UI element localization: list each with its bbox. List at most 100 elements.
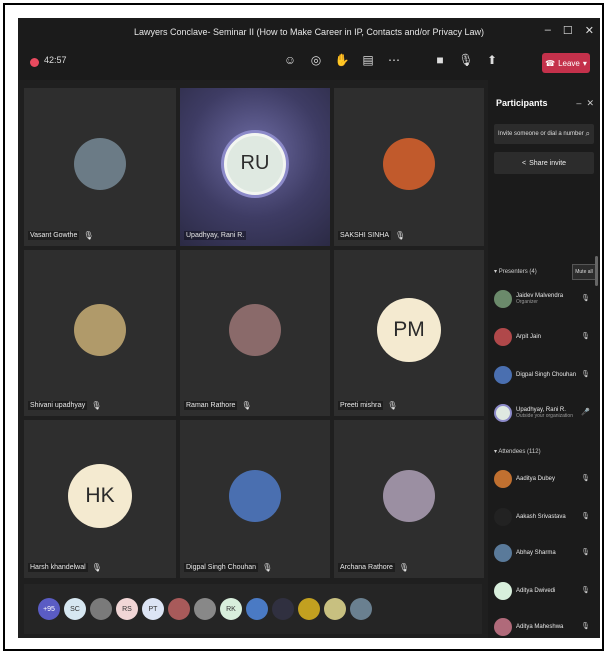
mic-muted-icon: 🎙 [387,401,398,410]
participant-strip: +95 SC RS PT RK [24,584,482,634]
mic-muted-icon: 🎙 [581,295,590,302]
strip-avatar[interactable] [298,598,320,620]
participant-avatar [74,137,126,190]
video-tile[interactable]: PM Preeti mishra 🎙 [334,250,484,416]
participant-list-item[interactable]: Jaidev Malvendra Organizer 🎙 [494,286,594,312]
avatar-initials: PM [393,317,425,341]
share-screen-icon[interactable]: ⬆ [484,52,500,68]
leave-label: Leave [558,58,580,68]
mic-muted-icon: 🎙 [581,371,590,378]
participant-list-item[interactable]: Upadhyay, Rani R. Outside your organizat… [494,400,594,426]
participant-list-item[interactable]: Arpit Jain 🎙 [494,324,594,350]
mic-on-icon: 🎤 [581,409,590,416]
participant-list-item[interactable]: Aakash Srivastava 🎙 [494,504,594,530]
avatar-initials: HK [85,483,115,507]
participant-name: Upadhyay, Rani R. [184,231,247,240]
strip-avatar[interactable]: +95 [38,598,60,620]
participant-list-item[interactable]: Aaditya Dubey 🎙 [494,466,594,492]
participant-avatar [494,508,512,526]
participants-icon[interactable]: ☺ [282,52,298,68]
chevron-down-icon: ▾ [582,58,587,68]
mic-muted-icon: 🎙 [581,475,590,482]
participant-name: Shivani upadhyay [28,401,88,410]
rooms-icon[interactable]: ▤ [360,52,376,68]
video-tile[interactable]: Vasant Gowthe 🎙 [24,88,176,246]
strip-avatar[interactable] [168,598,190,620]
video-tile[interactable]: Digpal Singh Chouhan 🎙 [180,420,330,578]
camera-icon[interactable]: ■ [432,52,448,68]
participant-avatar: HK [68,463,132,528]
more-actions-icon[interactable]: ⋯ [386,52,402,68]
share-invite-label: Share invite [529,159,567,167]
video-tile[interactable]: HK Harsh khandelwal 🎙 [24,420,176,578]
participant-name: SAKSHI SINHA [338,231,392,240]
participant-list-item[interactable]: Aditya Dwivedi 🎙 [494,578,594,604]
participant-avatar [494,404,512,422]
strip-avatar[interactable] [324,598,346,620]
participant-avatar [383,137,435,190]
minimize-button[interactable]: – [545,24,551,37]
participant-name: Raman Rathore [184,401,238,410]
video-grid: Vasant Gowthe 🎙 RU Upadhyay, Rani R. SAK… [24,88,484,580]
mic-muted-icon: 🎙 [241,401,252,410]
strip-avatar[interactable]: RS [116,598,138,620]
strip-avatar[interactable] [90,598,112,620]
strip-avatar[interactable] [272,598,294,620]
share-invite-button[interactable]: < Share invite [494,152,594,174]
participants-panel: Participants – ✕ Invite someone or dial … [488,80,600,638]
participant-name: Digpal Singh Chouhan [184,563,259,572]
mic-muted-icon: 🎙 [581,623,590,630]
tile-namebar: Archana Rathore 🎙 [338,563,409,572]
presenters-section-header[interactable]: ▾ Presenters (4) [494,268,537,275]
strip-avatar[interactable]: PT [142,598,164,620]
participant-avatar [494,328,512,346]
participant-avatar [494,470,512,488]
video-tile[interactable]: Shivani upadhyay 🎙 [24,250,176,416]
strip-avatar[interactable] [350,598,372,620]
close-panel-icon[interactable]: ✕ [586,98,594,108]
strip-avatar[interactable]: SC [64,598,86,620]
toolbar-icons: ☺ ◎ ✋ ▤ ⋯ ■ 🎙 ⬆ [282,52,500,68]
video-tile[interactable]: Raman Rathore 🎙 [180,250,330,416]
participant-name: Harsh khandelwal [28,563,88,572]
strip-avatar[interactable] [246,598,268,620]
chat-icon[interactable]: ◎ [308,52,324,68]
participant-name: Aakash Srivastava [516,514,566,520]
teams-meeting-window: Lawyers Conclave- Seminar II (How to Mak… [18,18,600,638]
close-button[interactable]: ✕ [585,24,594,37]
participant-name: Aaditya Dubey [516,476,556,482]
maximize-button[interactable]: ☐ [563,24,573,37]
participant-name: Archana Rathore [338,563,395,572]
reactions-icon[interactable]: ✋ [334,52,350,68]
title-bar: Lawyers Conclave- Seminar II (How to Mak… [18,18,600,46]
participant-list-item[interactable]: Abhay Sharma 🎙 [494,540,594,566]
meeting-timer: 42:57 [44,55,67,65]
participant-avatar: RU [224,132,286,195]
popout-icon[interactable]: – [576,98,581,108]
participant-avatar [494,582,512,600]
panel-title: Participants [496,98,548,108]
mute-all-label: Mute all [575,269,593,275]
mic-muted-icon: 🎙 [91,563,102,572]
strip-avatar[interactable]: RK [220,598,242,620]
tile-namebar: Raman Rathore 🎙 [184,401,252,410]
microphone-icon[interactable]: 🎙 [458,52,474,68]
invite-search-input[interactable]: Invite someone or dial a number ⌕ [494,124,594,144]
participant-list-item[interactable]: Digpal Singh Chouhan 🎙 [494,362,594,388]
participant-avatar [494,290,512,308]
video-tile[interactable]: Archana Rathore 🎙 [334,420,484,578]
search-placeholder: Invite someone or dial a number [498,131,584,137]
mute-all-button[interactable]: Mute all [572,264,596,280]
video-tile[interactable]: SAKSHI SINHA 🎙 [334,88,484,246]
panel-scrollbar[interactable] [595,256,598,286]
participant-avatar [74,303,126,356]
tile-namebar: Shivani upadhyay 🎙 [28,401,101,410]
strip-avatar[interactable] [194,598,216,620]
participant-list-item[interactable]: Aditya Maheshwa 🎙 [494,614,594,638]
video-tile-active-speaker[interactable]: RU Upadhyay, Rani R. [180,88,330,246]
window-controls: – ☐ ✕ [545,24,594,37]
attendees-section-header[interactable]: ▾ Attendees (112) [494,448,541,455]
leave-button[interactable]: ☎ Leave ▾ [542,53,590,73]
participant-avatar [494,366,512,384]
attendees-label: Attendees (112) [498,449,541,455]
